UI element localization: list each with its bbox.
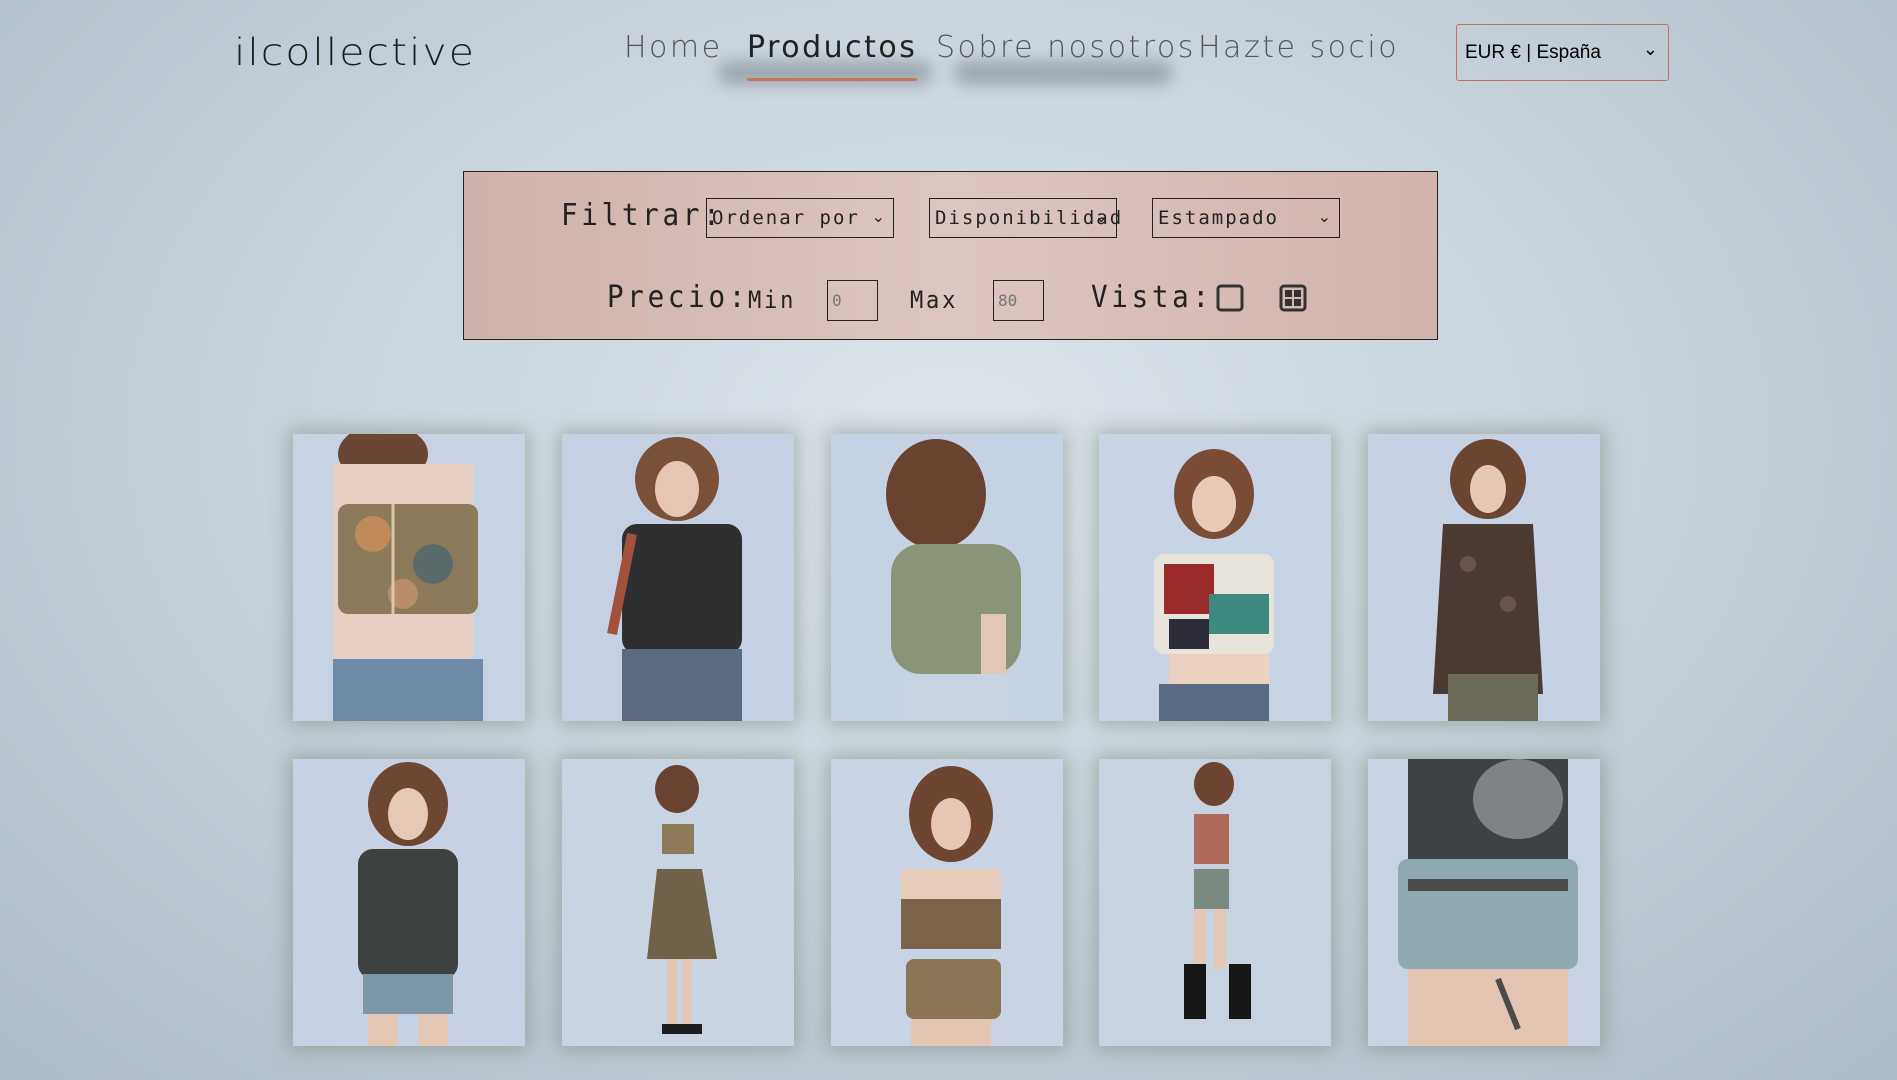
currency-select[interactable]: EUR € | España ⌄ [1456, 24, 1669, 81]
min-price-input[interactable] [827, 280, 878, 321]
nav-home[interactable]: Home [624, 30, 723, 65]
model-fur-vest-denim-shorts-image [1368, 759, 1600, 1046]
chevron-down-icon: ⌄ [1642, 39, 1658, 59]
view-label: Vista: [1091, 280, 1213, 315]
pattern-select-value: Estampado [1158, 207, 1279, 229]
chevron-down-icon: ⌄ [1094, 207, 1110, 226]
nav-shadow [954, 62, 1172, 84]
model-camisole-skirt-set-image [831, 759, 1063, 1046]
active-nav-underline [747, 78, 918, 81]
chevron-down-icon: ⌄ [871, 207, 887, 226]
max-label: Max [910, 286, 959, 314]
product-card[interactable] [293, 759, 525, 1046]
filter-panel: Filtrar: Ordenar por ⌄ Disponibilidad ⌄ … [463, 171, 1438, 340]
sort-select-value: Ordenar por [712, 207, 860, 229]
product-card[interactable] [1099, 434, 1331, 721]
model-crochet-cardigan-image [1368, 434, 1600, 721]
nav-productos[interactable]: Productos [747, 30, 918, 81]
model-knit-crop-vest-image [1099, 434, 1331, 721]
sort-select[interactable]: Ordenar por ⌄ [706, 198, 894, 238]
model-green-fuzzy-knit-top-image [831, 434, 1063, 721]
product-card[interactable] [293, 434, 525, 721]
product-card[interactable] [1368, 434, 1600, 721]
currency-value: EUR € | España [1465, 42, 1601, 63]
model-floral-skirt-set-image [562, 759, 794, 1046]
model-floral-corset-top-image [293, 434, 525, 721]
product-card[interactable] [562, 759, 794, 1046]
single-view-icon[interactable] [1215, 283, 1245, 313]
price-label: Precio: [607, 280, 750, 315]
product-card[interactable] [1099, 759, 1331, 1046]
product-card[interactable] [562, 434, 794, 721]
nav-sobre-nosotros[interactable]: Sobre nosotros [936, 30, 1196, 65]
model-striped-top-boots-image [1099, 759, 1331, 1046]
model-embellished-vest-image [293, 759, 525, 1046]
model-paisley-lace-up-top-image [562, 434, 794, 721]
chevron-down-icon: ⌄ [1317, 207, 1333, 226]
min-label: Min [748, 286, 797, 314]
grid-view-icon[interactable] [1278, 283, 1308, 313]
product-card[interactable] [1368, 759, 1600, 1046]
nav-productos-label: Productos [747, 30, 918, 65]
nav-hazte-socio[interactable]: Hazte socio [1198, 30, 1399, 65]
brand-logo[interactable]: ilcollective [234, 30, 476, 74]
availability-select[interactable]: Disponibilidad ⌄ [929, 198, 1121, 238]
product-card[interactable] [831, 434, 1063, 721]
max-price-input[interactable] [993, 280, 1044, 321]
site-header: ilcollective Home Productos Sobre nosotr… [0, 0, 1897, 110]
pattern-select[interactable]: Estampado ⌄ [1152, 198, 1340, 238]
product-card[interactable] [831, 759, 1063, 1046]
filter-label: Filtrar: [561, 198, 724, 233]
